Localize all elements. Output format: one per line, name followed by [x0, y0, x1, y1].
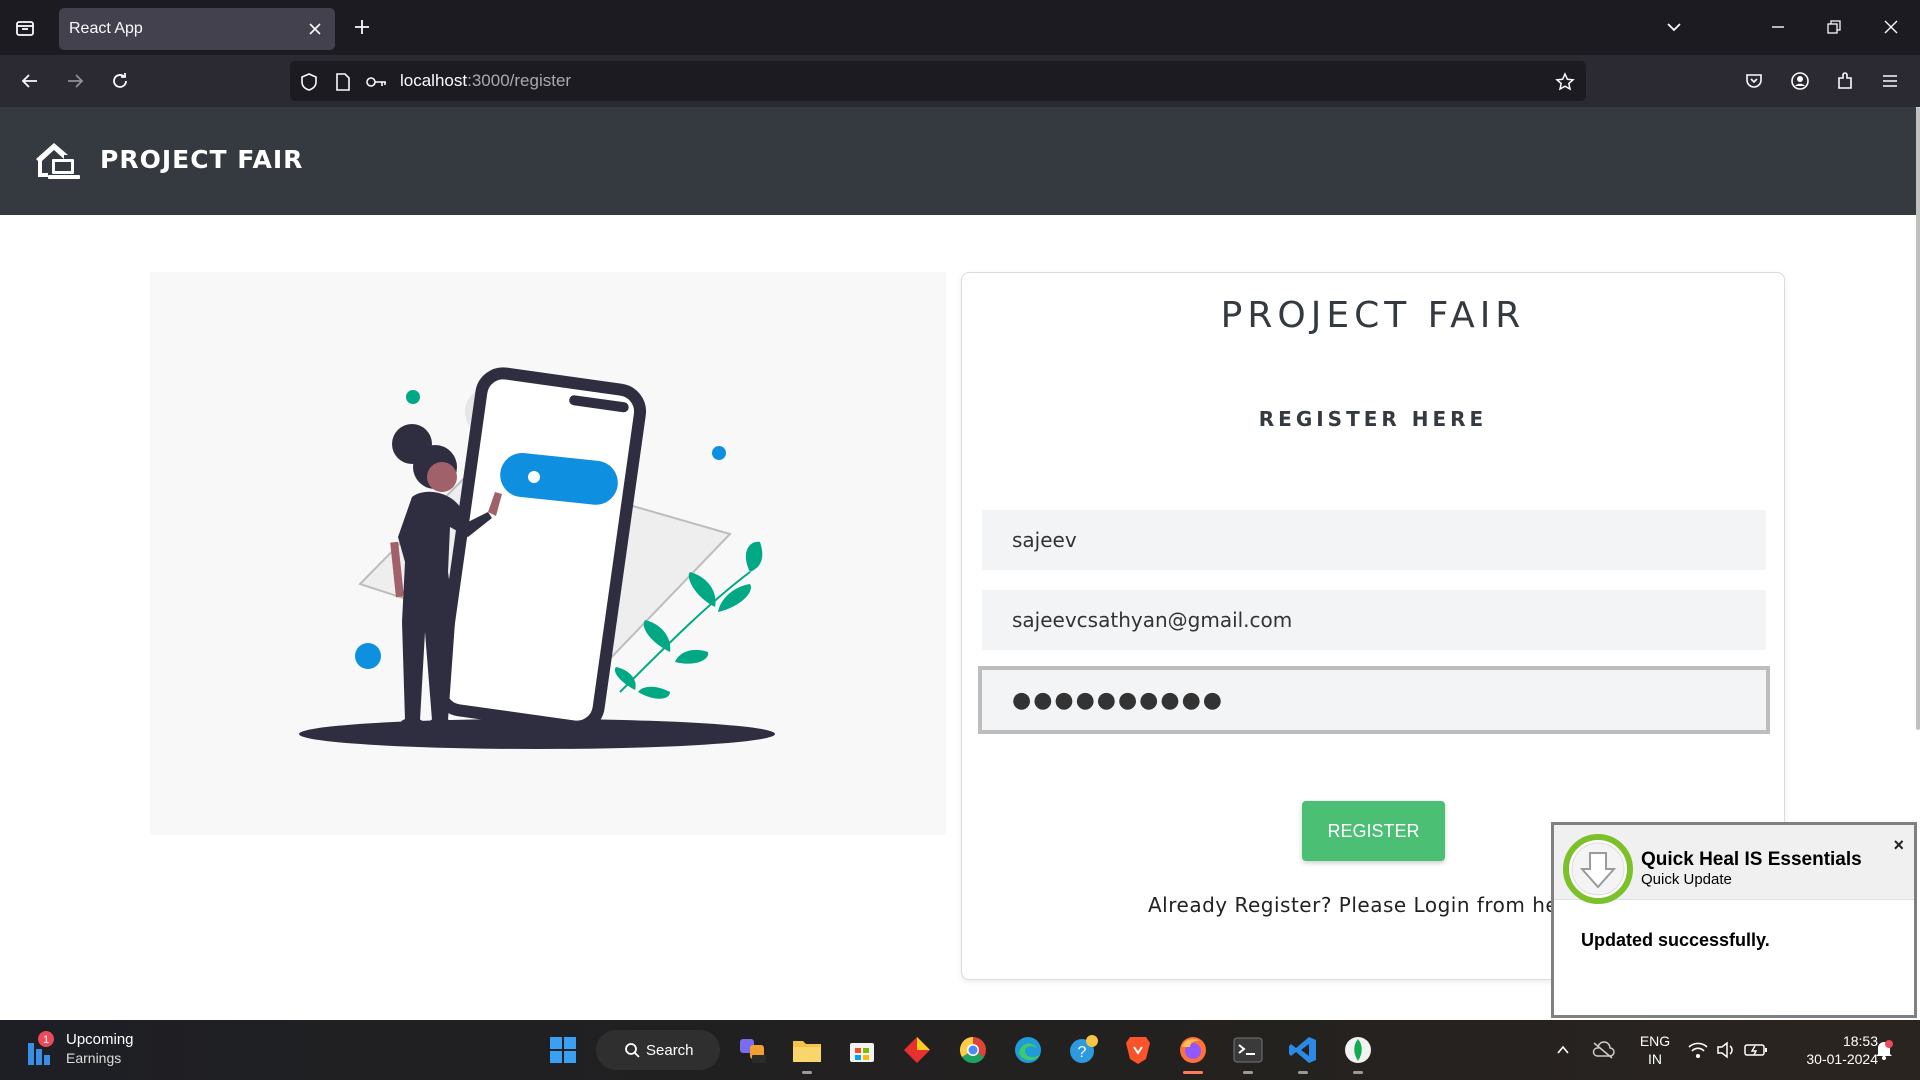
running-indicator-4: [1353, 1071, 1363, 1074]
shield-icon[interactable]: [298, 71, 320, 93]
page-scrollbar[interactable]: [1916, 107, 1920, 730]
card-title: PROJECT FAIR: [1220, 295, 1526, 336]
brave-icon[interactable]: [1122, 1034, 1154, 1066]
forward-arrow-icon[interactable]: [59, 65, 91, 97]
mongodb-icon[interactable]: [1342, 1034, 1374, 1066]
active-app-indicator: [1183, 1071, 1203, 1074]
language-line1: ENG: [1639, 1033, 1671, 1049]
key-icon[interactable]: [366, 71, 388, 93]
illustration-panel: [150, 272, 946, 835]
card-subtitle: REGISTER HERE: [1258, 407, 1488, 431]
widget-subtitle: Earnings: [66, 1050, 122, 1066]
search-icon: [625, 1043, 640, 1058]
battery-icon[interactable]: [1740, 1034, 1772, 1066]
bookmark-star-icon[interactable]: [1554, 71, 1576, 93]
login-prompt[interactable]: Already Register? Please Login from he: [1148, 893, 1558, 917]
chrome-icon[interactable]: [957, 1034, 989, 1066]
notification-message: Updated successfully.: [1581, 930, 1770, 950]
vscode-icon[interactable]: [1287, 1034, 1319, 1066]
running-indicator-3: [1298, 1071, 1308, 1074]
volume-icon[interactable]: [1710, 1034, 1742, 1066]
pocket-icon[interactable]: [1738, 65, 1770, 97]
url-text: localhost:3000/register: [400, 71, 571, 91]
minimize-icon[interactable]: [1760, 11, 1796, 43]
page-icon[interactable]: [332, 71, 354, 93]
widget-badge: 1: [43, 1034, 49, 1046]
back-arrow-icon[interactable]: [14, 65, 46, 97]
browser-tab-strip: React App: [0, 0, 1920, 55]
widget-title: Upcoming: [66, 1031, 134, 1048]
notification-bell-icon[interactable]: [1868, 1034, 1900, 1066]
phone-user-illustration: [299, 367, 775, 749]
search-label: Search: [646, 1041, 694, 1059]
chevron-down-icon[interactable]: [1656, 11, 1692, 43]
copilot-icon[interactable]: [737, 1034, 769, 1066]
new-tab-icon[interactable]: [348, 13, 376, 41]
register-button[interactable]: REGISTER: [1302, 801, 1445, 861]
account-icon[interactable]: [1784, 65, 1816, 97]
email-input[interactable]: sajeevcsathyan@gmail.com: [982, 590, 1766, 650]
language-indicator[interactable]: ENG IN: [1634, 1032, 1676, 1068]
notification-subtitle: Quick Update: [1641, 871, 1732, 888]
running-indicator: [802, 1071, 812, 1074]
restore-icon[interactable]: [1816, 11, 1852, 43]
git-diamond-icon[interactable]: [901, 1034, 933, 1066]
browser-nav-bar: localhost:3000/register: [0, 55, 1920, 107]
firefox-icon[interactable]: [1177, 1034, 1209, 1066]
tab-list-icon[interactable]: [10, 14, 40, 42]
chevron-up-icon[interactable]: [1547, 1034, 1579, 1066]
app-header: PROJECT FAIR: [0, 107, 1916, 215]
tab-react-app[interactable]: React App: [59, 8, 335, 50]
brand-title[interactable]: PROJECT FAIR: [100, 145, 303, 174]
notification-header: Quick Heal IS Essentials Quick Update ×: [1554, 825, 1914, 904]
clock[interactable]: 18:53 30-01-2024: [1782, 1032, 1878, 1068]
close-window-icon[interactable]: [1873, 11, 1909, 43]
taskbar-search[interactable]: Search: [596, 1030, 720, 1070]
running-indicator-2: [1243, 1071, 1253, 1074]
password-input[interactable]: ●●●●●●●●●●: [978, 666, 1770, 734]
menu-icon[interactable]: [1874, 65, 1906, 97]
edge-icon[interactable]: [1012, 1034, 1044, 1066]
help-icon[interactable]: ?: [1068, 1034, 1100, 1066]
windows-taskbar: 1 Upcoming Earnings Search ? ENG IN 18:5…: [0, 1020, 1920, 1080]
notification-title: Quick Heal IS Essentials: [1641, 849, 1862, 870]
windows-start-icon[interactable]: [547, 1034, 579, 1066]
extensions-icon[interactable]: [1829, 65, 1861, 97]
house-laptop-icon[interactable]: [34, 139, 82, 181]
quickheal-notification[interactable]: Quick Heal IS Essentials Quick Update × …: [1551, 822, 1917, 1018]
url-bar[interactable]: localhost:3000/register: [290, 61, 1586, 101]
url-host: localhost: [400, 71, 468, 90]
language-line2: IN: [1648, 1051, 1662, 1067]
tab-title: React App: [69, 20, 143, 37]
stock-chart-icon: 1: [28, 1031, 54, 1065]
clock-time: 18:53: [1842, 1033, 1878, 1049]
widget-text: Upcoming Earnings: [66, 1030, 134, 1068]
widgets-button[interactable]: 1 Upcoming Earnings: [26, 1030, 134, 1068]
username-input[interactable]: sajeev: [982, 510, 1766, 570]
url-path: :3000/register: [467, 71, 572, 90]
terminal-icon[interactable]: [1232, 1034, 1264, 1066]
download-shield-icon: [1563, 834, 1633, 904]
svg-text:?: ?: [1078, 1044, 1087, 1061]
clock-date: 30-01-2024: [1806, 1051, 1878, 1067]
store-icon[interactable]: [846, 1034, 878, 1066]
reload-icon[interactable]: [104, 65, 136, 97]
cloud-offline-icon[interactable]: [1587, 1034, 1619, 1066]
close-tab-icon[interactable]: [305, 19, 325, 39]
file-explorer-icon[interactable]: [791, 1034, 823, 1066]
close-notification-icon[interactable]: ×: [1893, 835, 1904, 856]
